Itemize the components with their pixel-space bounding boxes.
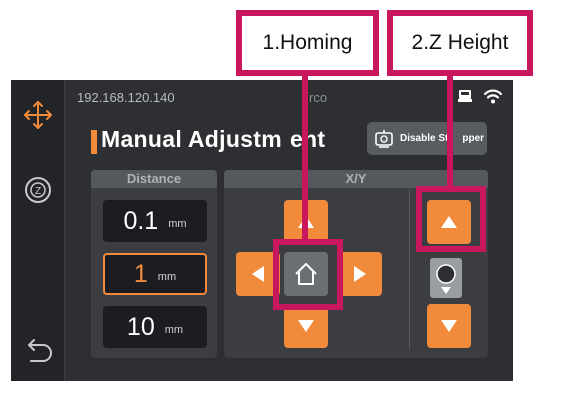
ip-address: 192.168.120.140 [77,90,175,105]
svg-text:Z: Z [34,186,40,197]
distance-option-1[interactable]: 1 mm [103,253,207,295]
z-height-callout-line [447,76,453,190]
arrow-right-icon [354,266,366,282]
distance-option-0-1[interactable]: 0.1 mm [103,200,207,242]
title-accent [91,130,97,154]
disable-stepper-button[interactable]: Disable St pper [367,122,487,155]
arrow-left-icon [252,266,264,282]
x-plus-button[interactable] [338,252,382,296]
arrow-down-icon [298,320,314,332]
wifi-icon [483,89,503,104]
brand-label: rco [309,90,328,105]
arrow-down-icon [441,320,457,332]
stepper-motor-icon [375,129,393,148]
move-icon[interactable] [11,90,64,140]
sidebar: Z [11,80,65,381]
printer-icon [458,90,472,102]
distance-header: Distance [91,170,217,188]
homing-callout-line [302,76,308,242]
back-icon[interactable] [11,330,64,370]
homing-callout: 1.Homing [236,10,379,76]
homing-highlight [273,239,343,310]
z-height-callout: 2.Z Height [387,10,533,76]
z-height-highlight [416,186,486,252]
z-down-button[interactable] [427,304,471,348]
distance-panel: Distance 0.1 mm 1 mm 10 mm [91,170,217,358]
z-offset-icon[interactable]: Z [11,170,64,210]
panel-divider [409,190,410,350]
y-minus-button[interactable] [284,304,328,348]
nozzle-icon [430,258,462,298]
page-title: Manual Adjustment [101,126,325,152]
status-icons [457,88,503,104]
distance-option-10[interactable]: 10 mm [103,306,207,348]
